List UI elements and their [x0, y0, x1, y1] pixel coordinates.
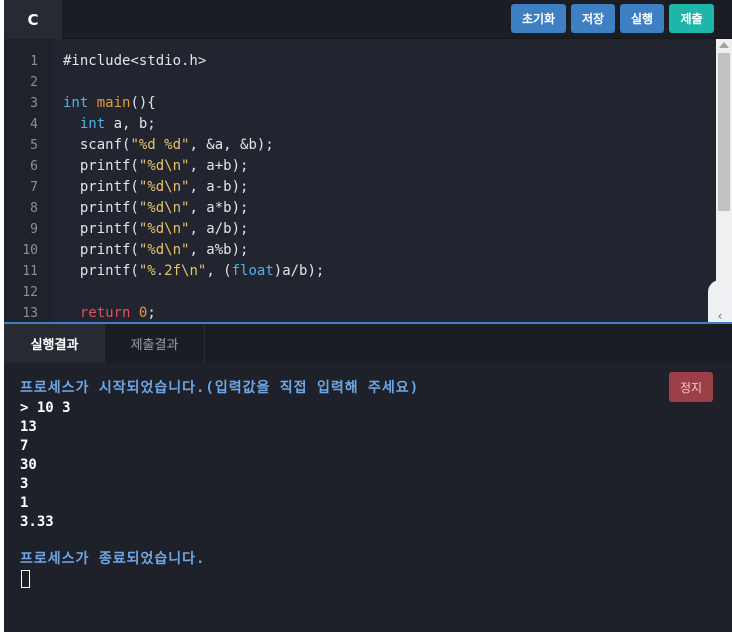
save-button[interactable]: 저장 — [571, 4, 615, 33]
console-output-line: 13 — [20, 419, 37, 435]
run-button[interactable]: 실행 — [620, 4, 664, 33]
code-token: , a/b); — [189, 221, 249, 237]
code-token: float — [231, 263, 274, 279]
code-line: printf("%d\n", a*b); — [63, 198, 249, 219]
line-number: 6 — [30, 159, 38, 174]
line-number: 12 — [22, 285, 38, 300]
output-console[interactable]: 프로세스가 시작되었습니다.(입력값을 직접 입력해 주세요) > 10 3 1… — [4, 363, 732, 632]
language-tab-c[interactable]: C — [4, 0, 62, 39]
line-number: 13 — [22, 306, 38, 321]
reset-button[interactable]: 초기화 — [511, 4, 566, 33]
code-line: printf("%d\n", a/b); — [63, 219, 249, 240]
code-token: ; — [147, 305, 156, 321]
line-number: 7 — [30, 180, 38, 195]
line-number: 11 — [22, 264, 38, 279]
code-token: , a-b); — [189, 179, 249, 195]
console-output-line: 30 — [20, 457, 37, 473]
code-runner-app: C 초기화 저장 실행 제출 1 2 3 4 5 6 7 8 9 10 11 1… — [4, 0, 732, 632]
submit-button[interactable]: 제출 — [669, 4, 714, 33]
code-line: printf("%d\n", a+b); — [63, 156, 249, 177]
code-token: "%d\n" — [138, 242, 190, 258]
result-tabs: 실행결과 제출결과 — [4, 322, 732, 363]
console-output-line: 1 — [20, 495, 29, 511]
code-line: #include<stdio.h> — [63, 51, 206, 72]
code-token: printf( — [79, 200, 139, 216]
input-cursor[interactable] — [21, 570, 30, 588]
code-token: printf( — [79, 221, 139, 237]
code-token: "%d %d" — [130, 137, 190, 153]
code-token: int — [79, 116, 106, 132]
code-token: , a*b); — [189, 200, 249, 216]
code-editor[interactable]: 1 2 3 4 5 6 7 8 9 10 11 12 13 #include<s… — [4, 39, 732, 322]
code-token: int — [63, 95, 89, 111]
stop-button[interactable]: 정지 — [669, 372, 713, 402]
console-input-line: > 10 3 — [20, 400, 71, 416]
code-token: "%d\n" — [138, 200, 190, 216]
code-token: (){ — [130, 95, 156, 111]
code-token: "%d\n" — [138, 221, 190, 237]
code-line: printf("%d\n", a-b); — [63, 177, 249, 198]
code-line: return 0; — [63, 303, 156, 322]
code-line: printf("%.2f\n", (float)a/b); — [63, 261, 324, 282]
line-number-gutter: 1 2 3 4 5 6 7 8 9 10 11 12 13 — [4, 39, 52, 322]
code-line: int main(){ — [63, 93, 156, 114]
code-token: "%d\n" — [138, 158, 190, 174]
line-number: 2 — [30, 75, 38, 90]
code-token: "%.2f\n" — [138, 263, 207, 279]
tab-submit-result[interactable]: 제출결과 — [105, 324, 205, 363]
console-output-line: 3 — [20, 476, 29, 492]
console-output-line: 3.33 — [20, 514, 54, 530]
code-token: main — [96, 95, 131, 111]
line-number: 3 — [30, 96, 38, 111]
chevron-left-icon: ‹ — [717, 309, 723, 323]
code-token: , a%b); — [189, 242, 249, 258]
code-token: printf( — [79, 263, 139, 279]
code-line: int a, b; — [63, 114, 156, 135]
scroll-up-arrow-icon[interactable] — [719, 42, 729, 48]
code-token: , a+b); — [189, 158, 249, 174]
code-token: printf( — [79, 179, 139, 195]
top-toolbar: C 초기화 저장 실행 제출 — [4, 0, 732, 39]
process-end-message: 프로세스가 종료되었습니다. — [20, 551, 206, 567]
code-token: #include<stdio.h> — [63, 53, 207, 69]
code-token: "%d\n" — [138, 179, 190, 195]
tab-run-result[interactable]: 실행결과 — [4, 324, 105, 363]
code-line: scanf("%d %d", &a, &b); — [63, 135, 274, 156]
line-number: 9 — [30, 222, 38, 237]
code-token: return — [79, 305, 131, 321]
code-token: printf( — [79, 158, 139, 174]
line-number: 10 — [22, 243, 38, 258]
process-start-message: 프로세스가 시작되었습니다.(입력값을 직접 입력해 주세요) — [20, 380, 420, 396]
code-token: , &a, &b); — [189, 137, 274, 153]
code-token: a, b; — [105, 116, 156, 132]
code-token: , ( — [206, 263, 232, 279]
line-number: 1 — [30, 54, 38, 69]
code-token: )a/b); — [273, 263, 325, 279]
console-output-line: 7 — [20, 438, 29, 454]
line-number: 8 — [30, 201, 38, 216]
scrollbar-thumb[interactable] — [718, 53, 730, 211]
code-line: printf("%d\n", a%b); — [63, 240, 249, 261]
code-token: printf( — [79, 242, 139, 258]
line-number: 4 — [30, 117, 38, 132]
code-token: scanf( — [79, 137, 131, 153]
line-number: 5 — [30, 138, 38, 153]
